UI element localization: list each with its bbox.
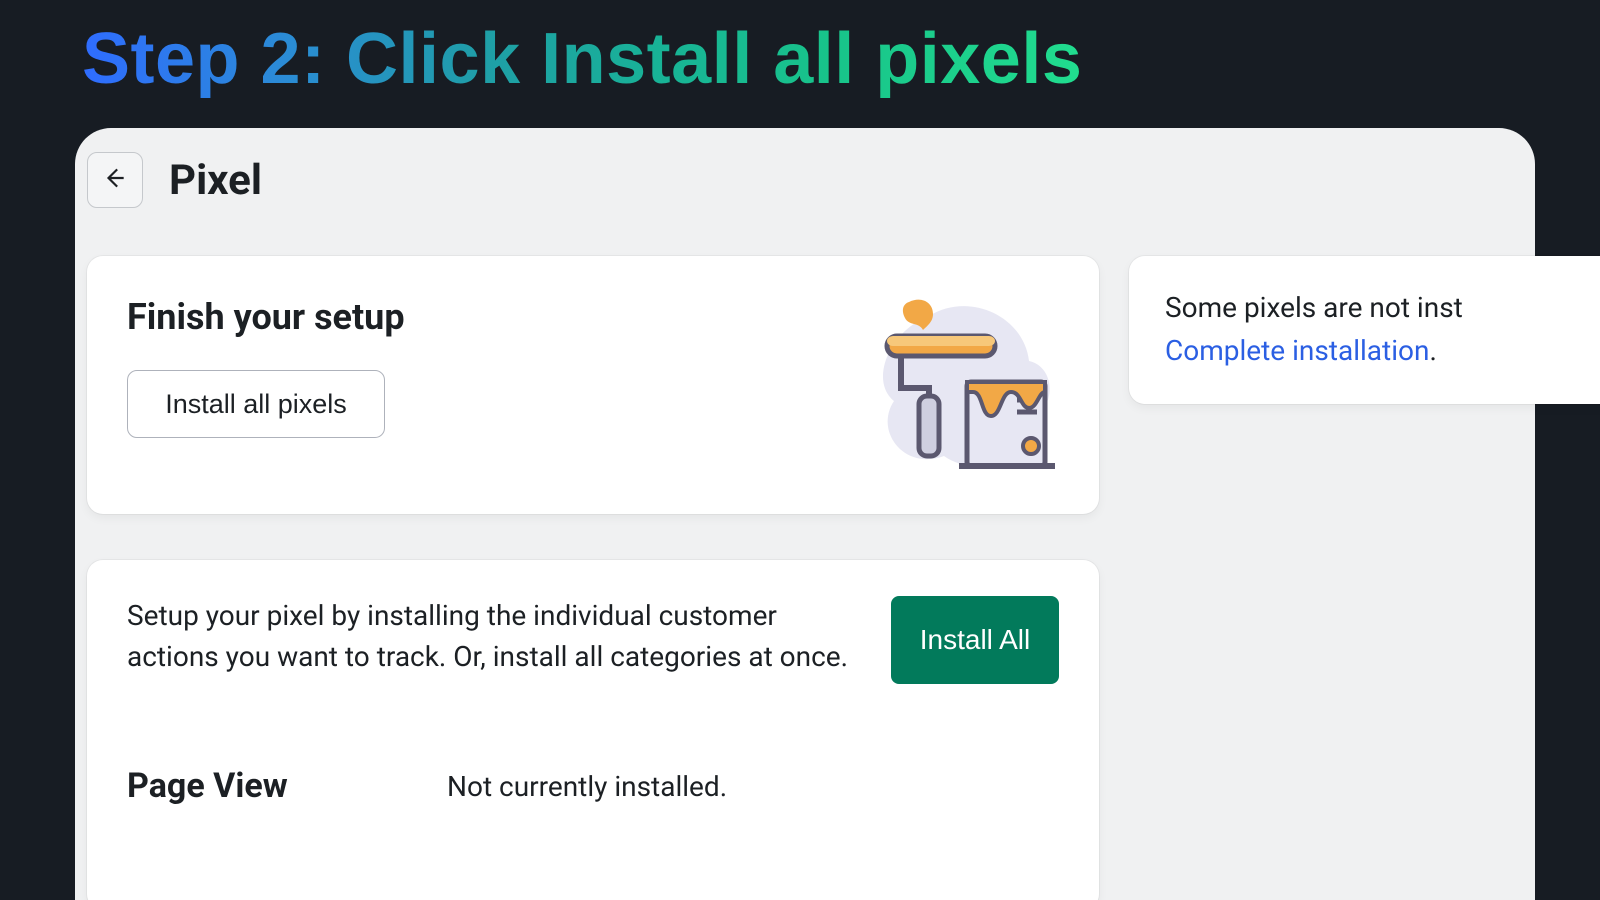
- page-view-title: Page View: [127, 766, 447, 806]
- complete-installation-link[interactable]: Complete installation: [1165, 334, 1429, 367]
- notice-text: Some pixels are not inst: [1165, 291, 1463, 324]
- page-title: Pixel: [169, 156, 262, 205]
- install-all-button[interactable]: Install All: [891, 596, 1059, 684]
- notice-card: Some pixels are not inst Complete instal…: [1129, 256, 1600, 404]
- pixel-actions-card: Setup your pixel by installing the indiv…: [87, 560, 1099, 900]
- page-view-row: Page View Not currently installed.: [127, 766, 1059, 806]
- paint-roller-illustration-icon: [859, 296, 1059, 496]
- notice-period: .: [1429, 334, 1436, 367]
- step-title-heading: Step 2: Click Install all pixels: [82, 18, 1082, 100]
- pixel-actions-description: Setup your pixel by installing the indiv…: [127, 596, 867, 677]
- finish-setup-card: Finish your setup Install all pixels: [87, 256, 1099, 514]
- panel-header: Pixel: [75, 128, 1535, 208]
- page-view-status: Not currently installed.: [447, 770, 727, 803]
- finish-setup-title: Finish your setup: [127, 296, 405, 338]
- main-panel: Pixel Finish your setup Install all pixe…: [75, 128, 1535, 900]
- back-button[interactable]: [87, 152, 143, 208]
- install-all-pixels-button[interactable]: Install all pixels: [127, 370, 385, 438]
- arrow-left-icon: [102, 165, 128, 195]
